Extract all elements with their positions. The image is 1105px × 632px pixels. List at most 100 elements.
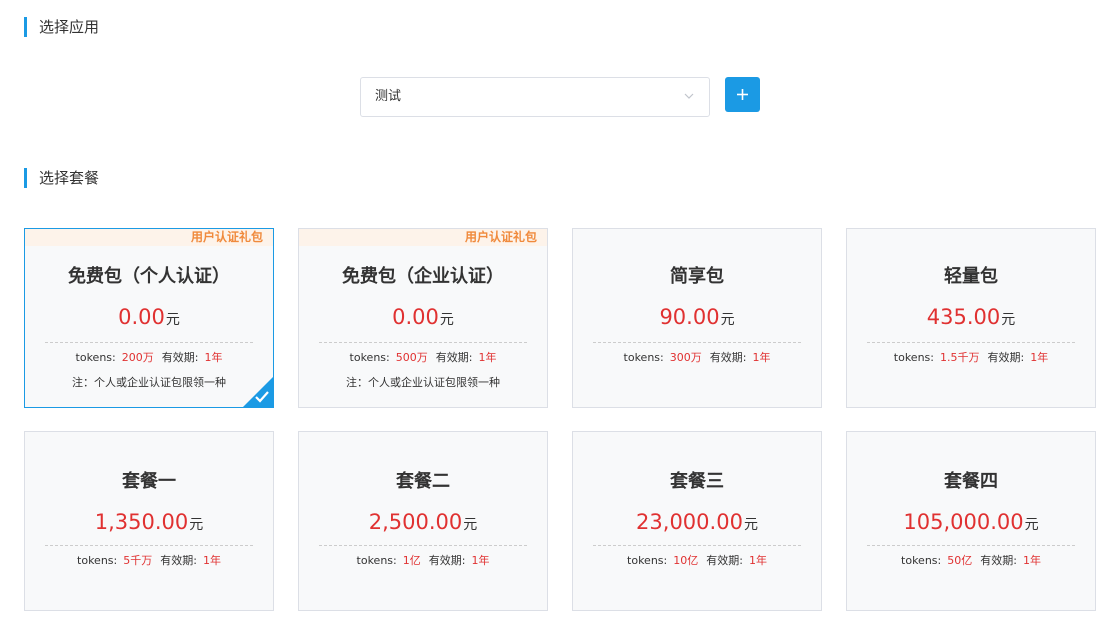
validity-value: 1年	[471, 554, 490, 567]
ribbon-label: 用户认证礼包	[190, 230, 263, 244]
package-note: 注：个人或企业认证包限领一种	[72, 376, 226, 389]
package-name: 简享包	[670, 266, 724, 287]
validity-value: 1年	[752, 351, 771, 364]
package-meta: tokens: 10亿 有效期: 1年	[573, 552, 821, 568]
section-title-select-app: 选择应用	[24, 17, 99, 37]
divider	[593, 342, 801, 343]
package-card-light[interactable]: 轻量包 435.00元 tokens: 1.5千万 有效期: 1年	[846, 228, 1096, 408]
tokens-value: 50亿	[947, 554, 973, 567]
package-price: 105,000.00	[903, 510, 1024, 534]
package-name: 套餐一	[122, 471, 176, 492]
price-unit: 元	[743, 517, 758, 533]
tokens-label: tokens:	[627, 554, 668, 567]
validity-value: 1年	[1030, 351, 1049, 364]
package-meta: tokens: 1.5千万 有效期: 1年	[847, 349, 1095, 365]
validity-label: 有效期:	[709, 351, 747, 364]
price-line: 435.00元	[847, 305, 1095, 329]
price-unit: 元	[463, 517, 478, 533]
package-name: 套餐三	[670, 471, 724, 492]
validity-label: 有效期:	[980, 554, 1017, 567]
validity-label: 有效期:	[160, 554, 197, 567]
validity-value: 1年	[748, 554, 767, 567]
package-meta: tokens: 500万 有效期: 1年	[299, 349, 547, 365]
price-line: 0.00元	[299, 305, 547, 329]
validity-label: 有效期:	[161, 351, 199, 364]
tokens-label: tokens:	[893, 351, 934, 364]
price-line: 105,000.00元	[847, 510, 1095, 534]
validity-value: 1年	[478, 351, 497, 364]
divider	[867, 545, 1075, 546]
package-card-basic[interactable]: 简享包 90.00元 tokens: 300万 有效期: 1年	[572, 228, 822, 408]
tokens-value: 1.5千万	[939, 351, 980, 364]
package-price: 90.00	[659, 305, 720, 329]
add-app-button[interactable]	[725, 77, 760, 112]
package-meta: tokens: 300万 有效期: 1年	[573, 349, 821, 365]
package-card-plan-2[interactable]: 套餐二 2,500.00元 tokens: 1亿 有效期: 1年	[298, 431, 548, 611]
package-card-plan-4[interactable]: 套餐四 105,000.00元 tokens: 50亿 有效期: 1年	[846, 431, 1096, 611]
tokens-value: 5千万	[123, 554, 153, 567]
gift-ribbon: 用户认证礼包	[25, 229, 273, 246]
tokens-value: 10亿	[673, 554, 699, 567]
package-name: 套餐四	[944, 471, 998, 492]
checkmark-icon	[255, 391, 269, 403]
package-meta: tokens: 200万 有效期: 1年	[25, 349, 273, 365]
package-card-plan-1[interactable]: 套餐一 1,350.00元 tokens: 5千万 有效期: 1年	[24, 431, 274, 611]
package-name: 套餐二	[396, 471, 450, 492]
validity-label: 有效期:	[987, 351, 1025, 364]
price-line: 23,000.00元	[573, 510, 821, 534]
package-price: 0.00	[118, 305, 165, 329]
tokens-label: tokens:	[77, 554, 118, 567]
package-meta: tokens: 1亿 有效期: 1年	[299, 552, 547, 568]
price-unit: 元	[1024, 517, 1039, 533]
tokens-label: tokens:	[356, 554, 397, 567]
tokens-label: tokens:	[623, 351, 664, 364]
divider	[319, 545, 527, 546]
validity-value: 1年	[1022, 554, 1041, 567]
divider	[319, 342, 527, 343]
divider	[45, 342, 253, 343]
divider	[867, 342, 1075, 343]
package-price: 23,000.00	[636, 510, 743, 534]
package-card-enterprise-free[interactable]: 用户认证礼包 免费包（企业认证） 0.00元 tokens: 500万 有效期: 1年…	[298, 228, 548, 408]
package-card-plan-3[interactable]: 套餐三 23,000.00元 tokens: 10亿 有效期: 1年	[572, 431, 822, 611]
validity-label: 有效期:	[435, 351, 473, 364]
chevron-down-icon	[684, 93, 694, 99]
package-price: 435.00	[926, 305, 1001, 329]
tokens-label: tokens:	[75, 351, 116, 364]
tokens-label: tokens:	[349, 351, 390, 364]
tokens-label: tokens:	[901, 554, 942, 567]
price-unit: 元	[439, 312, 454, 328]
price-line: 0.00元	[25, 305, 273, 329]
price-unit: 元	[189, 517, 204, 533]
validity-value: 1年	[202, 554, 221, 567]
package-card-personal-free[interactable]: 用户认证礼包 免费包（个人认证） 0.00元 tokens: 200万 有效期: 1年…	[24, 228, 274, 408]
price-unit: 元	[165, 312, 180, 328]
package-meta: tokens: 50亿 有效期: 1年	[847, 552, 1095, 568]
price-unit: 元	[1001, 312, 1016, 328]
validity-label: 有效期:	[428, 554, 466, 567]
plus-icon	[737, 89, 748, 100]
package-price: 1,350.00	[94, 510, 189, 534]
package-price: 2,500.00	[368, 510, 463, 534]
package-note: 注：个人或企业认证包限领一种	[346, 376, 500, 389]
price-unit: 元	[720, 312, 735, 328]
package-name: 轻量包	[944, 266, 998, 287]
price-line: 1,350.00元	[25, 510, 273, 534]
gift-ribbon: 用户认证礼包	[299, 229, 547, 246]
price-line: 2,500.00元	[299, 510, 547, 534]
section-title-select-package: 选择套餐	[24, 168, 99, 188]
ribbon-label: 用户认证礼包	[464, 230, 537, 244]
divider	[593, 545, 801, 546]
divider	[45, 545, 253, 546]
app-select[interactable]: 测试	[360, 77, 710, 117]
price-line: 90.00元	[573, 305, 821, 329]
package-name: 免费包（企业认证）	[342, 266, 504, 287]
validity-value: 1年	[204, 351, 223, 364]
tokens-value: 500万	[395, 351, 428, 364]
tokens-value: 300万	[669, 351, 702, 364]
validity-label: 有效期:	[706, 554, 743, 567]
package-name: 免费包（个人认证）	[68, 266, 230, 287]
app-select-value: 测试	[375, 89, 402, 104]
package-price: 0.00	[392, 305, 439, 329]
package-meta: tokens: 5千万 有效期: 1年	[25, 552, 273, 568]
